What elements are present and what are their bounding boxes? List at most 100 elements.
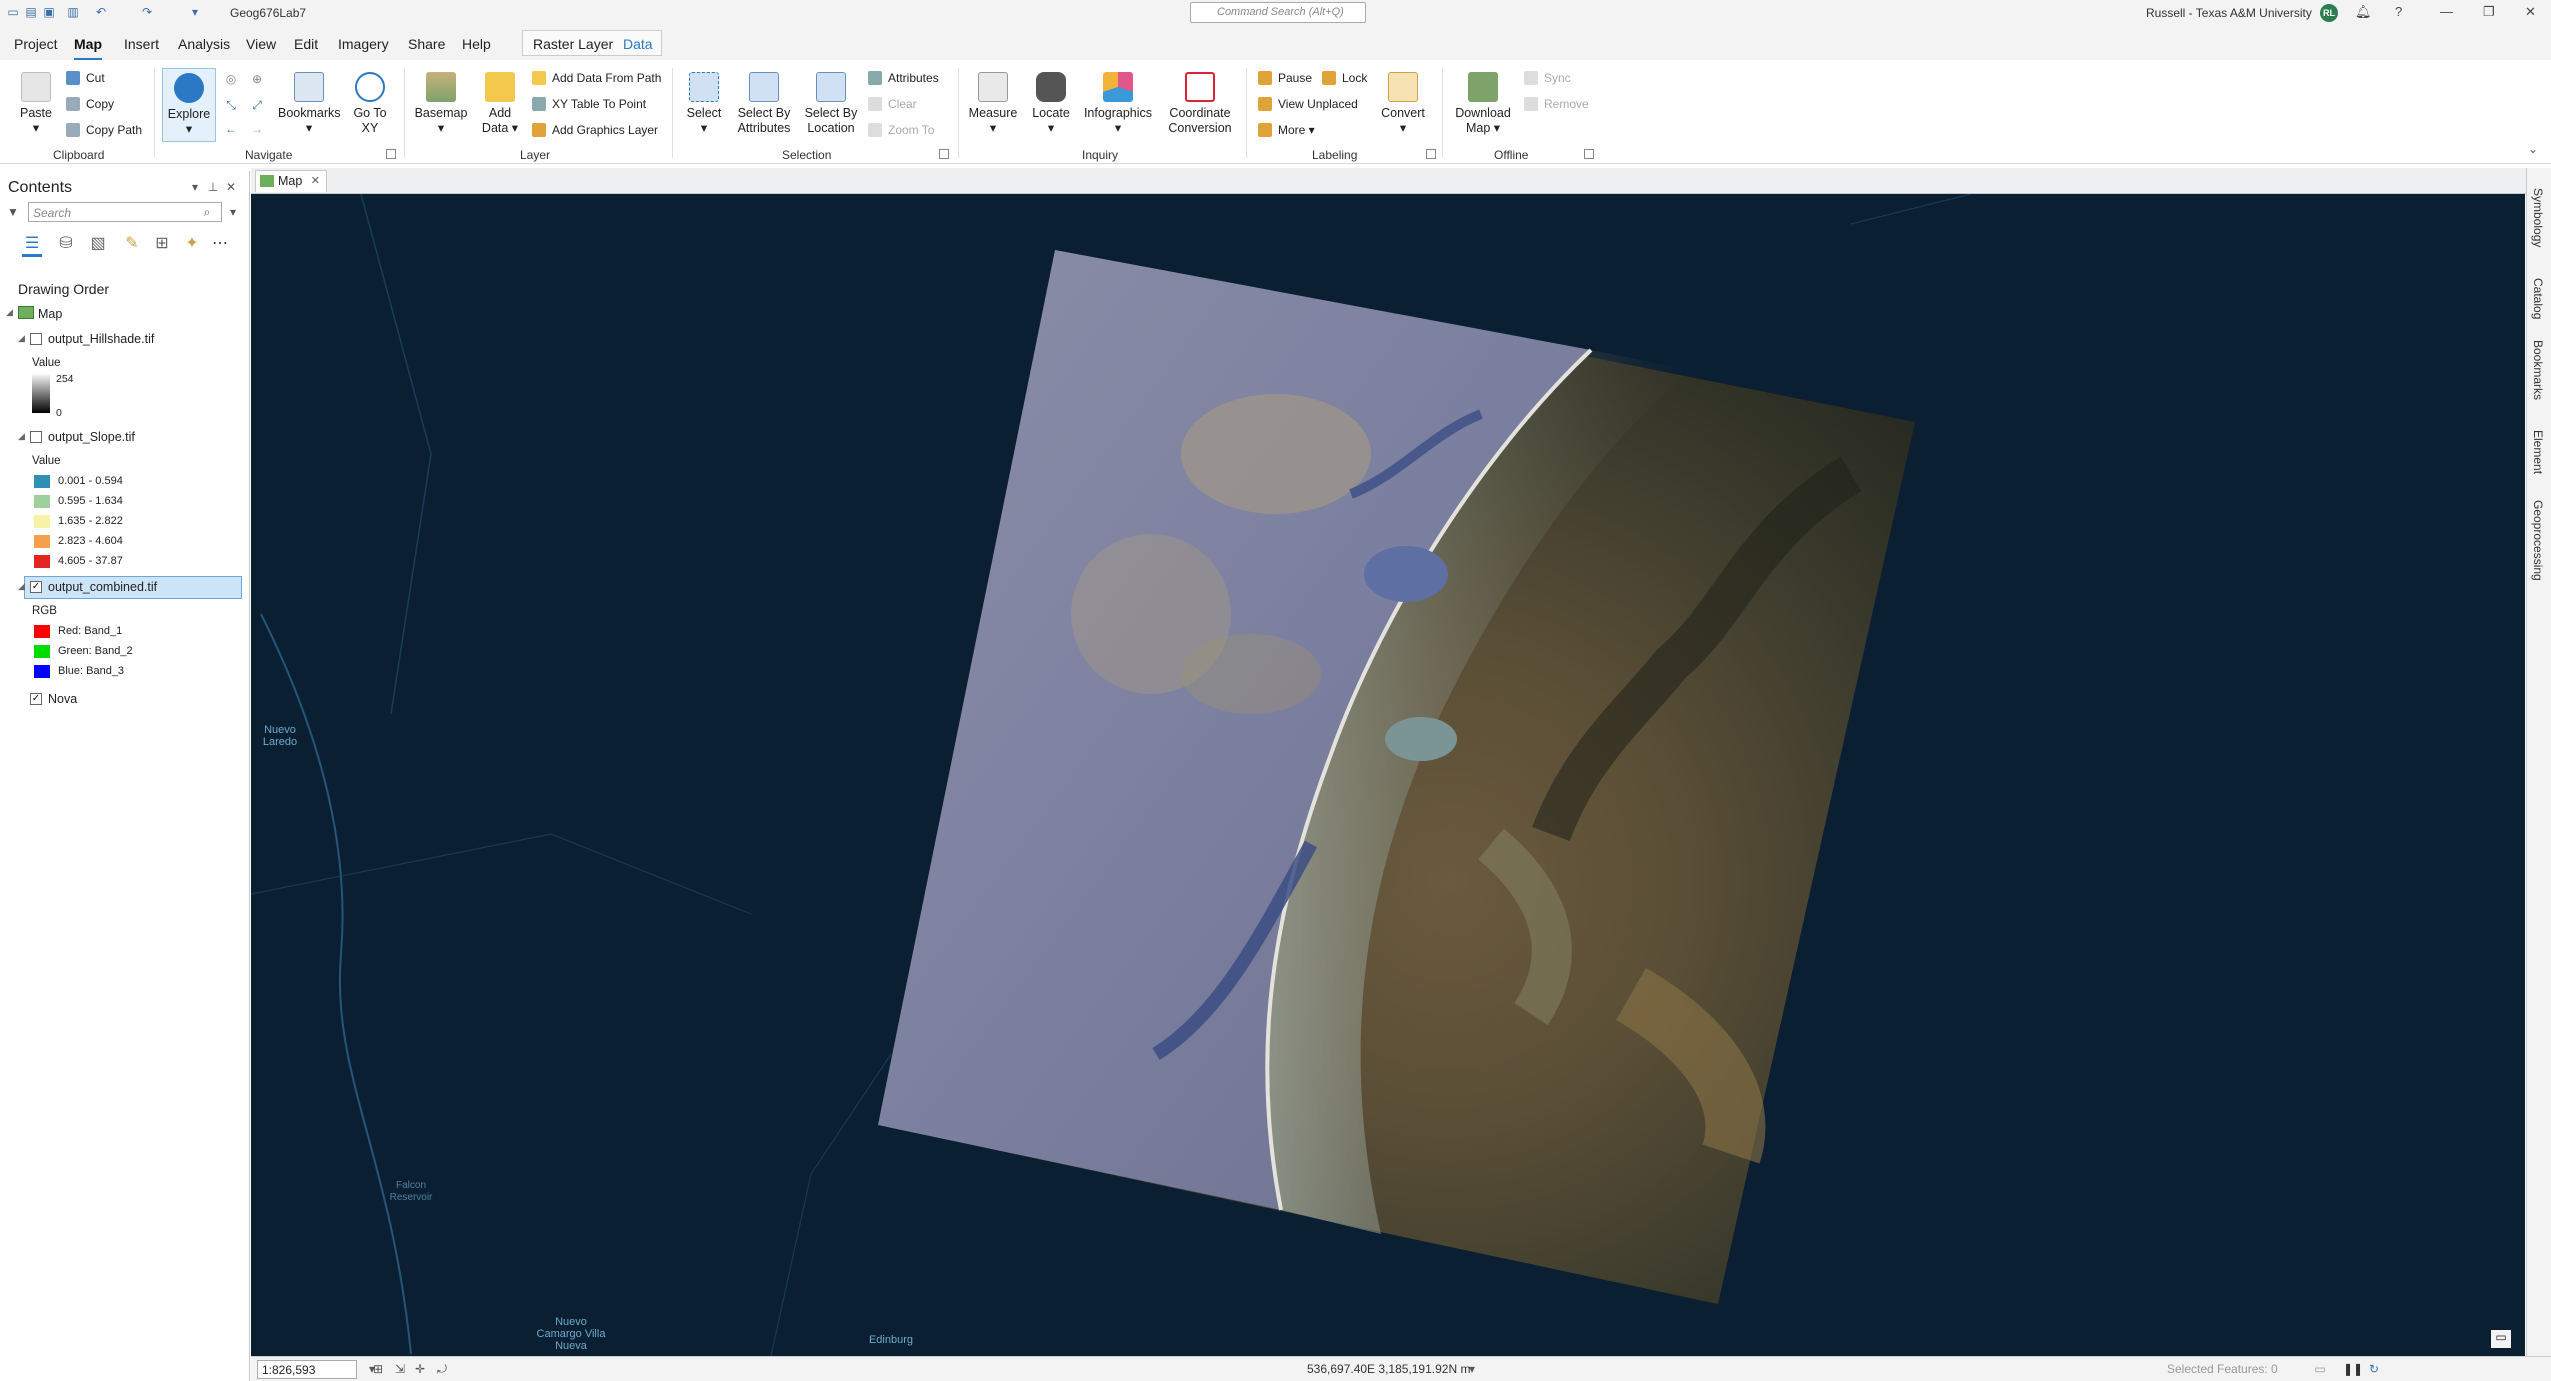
rotation-icon[interactable]: ⤾ — [435, 1362, 449, 1376]
fixed-zoom-icon[interactable]: ⊕ — [250, 72, 264, 86]
map-view[interactable]: Nuevo Laredo Falcon Reservoir Nuevo Cama… — [251, 194, 2525, 1356]
next-extent-icon[interactable]: → — [250, 122, 264, 136]
filter-icon[interactable]: ▼ — [6, 205, 20, 219]
measure-button[interactable]: Measure ▾ — [966, 72, 1020, 136]
coordinate-units-dropdown-icon[interactable]: ▾ — [1465, 1362, 1479, 1376]
select-by-attributes-button[interactable]: Select By Attributes — [734, 72, 794, 136]
view-unplaced-button[interactable]: View Unplaced — [1258, 95, 1358, 113]
contents-search-input[interactable]: Search — [28, 202, 222, 222]
basemap-button[interactable]: Basemap ▾ — [412, 72, 470, 136]
pin-icon[interactable]: ⊥ — [206, 180, 220, 194]
navigate-launcher-icon[interactable] — [386, 149, 396, 159]
snapping-icon[interactable]: ✛ — [413, 1362, 427, 1376]
lock-labeling-button[interactable]: Lock — [1322, 69, 1367, 87]
feedback-icon[interactable]: ▭ — [2491, 1330, 2511, 1348]
expand-icon[interactable]: ◢ — [18, 581, 25, 592]
tab-raster-layer[interactable]: Raster Layer — [533, 36, 613, 52]
tab-edit[interactable]: Edit — [294, 36, 318, 52]
restore-icon[interactable]: ❐ — [2483, 4, 2495, 20]
bookmarks-button[interactable]: Bookmarks ▾ — [278, 72, 341, 136]
tab-map-view[interactable]: Map ✕ — [255, 170, 327, 192]
minimize-icon[interactable]: — — [2440, 4, 2453, 19]
help-icon[interactable]: ? — [2395, 4, 2402, 19]
tab-catalog[interactable]: Catalog — [2531, 278, 2545, 319]
pause-labeling-button[interactable]: Pause — [1258, 69, 1312, 87]
search-icon[interactable]: ⌕ — [200, 205, 214, 219]
coordinate-conversion-button[interactable]: Coordinate Conversion — [1164, 72, 1236, 136]
layer-slope[interactable]: output_Slope.tif — [48, 430, 135, 444]
zoom-to-button[interactable]: Zoom To — [868, 121, 934, 139]
add-data-from-path-button[interactable]: Add Data From Path — [532, 69, 661, 87]
full-extent-icon[interactable]: ◎ — [224, 72, 238, 86]
remove-button[interactable]: Remove — [1524, 95, 1589, 113]
copy-button[interactable]: Copy — [66, 95, 114, 113]
locate-button[interactable]: Locate ▾ — [1028, 72, 1074, 136]
collapse-ribbon-icon[interactable]: ⌄ — [2526, 142, 2540, 156]
select-by-location-button[interactable]: Select By Location — [802, 72, 860, 136]
scale-input[interactable]: 1:826,593 — [257, 1360, 357, 1379]
user-name[interactable]: Russell - Texas A&M University — [2146, 6, 2312, 20]
list-by-snapping-icon[interactable]: ⊞ — [152, 236, 172, 257]
tab-element[interactable]: Element — [2531, 430, 2545, 474]
list-by-labeling-icon[interactable]: ✦ — [182, 236, 202, 257]
labeling-launcher-icon[interactable] — [1426, 149, 1436, 159]
tab-help[interactable]: Help — [462, 36, 491, 52]
layer-hillshade[interactable]: output_Hillshade.tif — [48, 332, 154, 346]
more-labeling-button[interactable]: More ▾ — [1258, 121, 1315, 139]
tab-view[interactable]: View — [246, 36, 276, 52]
layer-visibility-checkbox[interactable] — [30, 333, 42, 345]
list-by-editing-icon[interactable]: ✎ — [122, 236, 142, 257]
fixed-zoom-icon[interactable]: ⇲ — [393, 1362, 407, 1376]
tab-geoprocessing[interactable]: Geoprocessing — [2531, 500, 2545, 581]
tab-map[interactable]: Map — [74, 36, 102, 61]
select-button[interactable]: Select ▾ — [682, 72, 726, 136]
customize-toolbar-icon[interactable]: ▾ — [188, 5, 202, 19]
tab-share[interactable]: Share — [408, 36, 445, 52]
layer-visibility-checkbox[interactable]: ✓ — [30, 581, 42, 593]
fixed-zoom-out-icon[interactable]: ⤢ — [250, 98, 264, 112]
tab-data[interactable]: Data — [623, 36, 653, 52]
selected-features-count[interactable]: Selected Features: 0 — [2167, 1362, 2278, 1376]
sync-button[interactable]: Sync — [1524, 69, 1571, 87]
layer-visibility-checkbox[interactable] — [30, 431, 42, 443]
close-pane-icon[interactable]: ✕ — [224, 180, 238, 194]
copy-path-button[interactable]: Copy Path — [66, 121, 142, 139]
fixed-zoom-in-icon[interactable]: ⤡ — [224, 98, 238, 112]
cut-button[interactable]: Cut — [66, 69, 105, 87]
refresh-selection-icon[interactable]: ▭ — [2313, 1362, 2327, 1376]
tab-symbology[interactable]: Symbology — [2531, 188, 2545, 247]
expand-icon[interactable]: ◢ — [6, 307, 13, 318]
selection-launcher-icon[interactable] — [939, 149, 949, 159]
pane-options-icon[interactable]: ▾ — [188, 180, 202, 194]
tab-project[interactable]: Project — [14, 36, 58, 52]
tab-insert[interactable]: Insert — [124, 36, 159, 52]
download-map-button[interactable]: Download Map ▾ — [1452, 72, 1514, 136]
xy-table-to-point-button[interactable]: XY Table To Point — [532, 95, 646, 113]
add-graphics-layer-button[interactable]: Add Graphics Layer — [532, 121, 658, 139]
search-dropdown-icon[interactable]: ▾ — [226, 205, 240, 219]
convert-button[interactable]: Convert ▾ — [1378, 72, 1428, 136]
more-options-icon[interactable]: ⋯ — [210, 236, 230, 257]
tab-bookmarks[interactable]: Bookmarks — [2531, 340, 2545, 400]
new-project-icon[interactable]: ▭ — [6, 5, 20, 19]
list-by-selection-icon[interactable]: ▧ — [88, 236, 108, 257]
infographics-button[interactable]: Infographics ▾ — [1080, 72, 1156, 136]
close-tab-icon[interactable]: ✕ — [311, 174, 320, 187]
close-icon[interactable]: ✕ — [2525, 4, 2536, 20]
open-project-icon[interactable]: ▤ — [24, 5, 38, 19]
layer-nova-basemap[interactable]: Nova — [48, 692, 77, 706]
clear-button[interactable]: Clear — [868, 95, 917, 113]
map-canvas[interactable] — [251, 194, 2525, 1356]
notifications-icon[interactable]: 🔔︎ — [2355, 4, 2372, 20]
save-as-icon[interactable]: ▥ — [66, 5, 80, 19]
pause-drawing-icon[interactable]: ❚❚ — [2343, 1362, 2363, 1376]
layer-visibility-checkbox[interactable]: ✓ — [30, 693, 42, 705]
tab-analysis[interactable]: Analysis — [178, 36, 230, 52]
list-by-drawing-order-icon[interactable]: ☰ — [22, 236, 42, 257]
offline-launcher-icon[interactable] — [1584, 149, 1594, 159]
save-project-icon[interactable]: ▣ — [42, 5, 56, 19]
explore-button[interactable]: Explore ▾ — [162, 68, 216, 142]
go-to-xy-button[interactable]: Go To XY — [350, 72, 390, 136]
redo-icon[interactable]: ↷ — [140, 5, 154, 19]
map-node[interactable]: Map — [38, 307, 62, 321]
